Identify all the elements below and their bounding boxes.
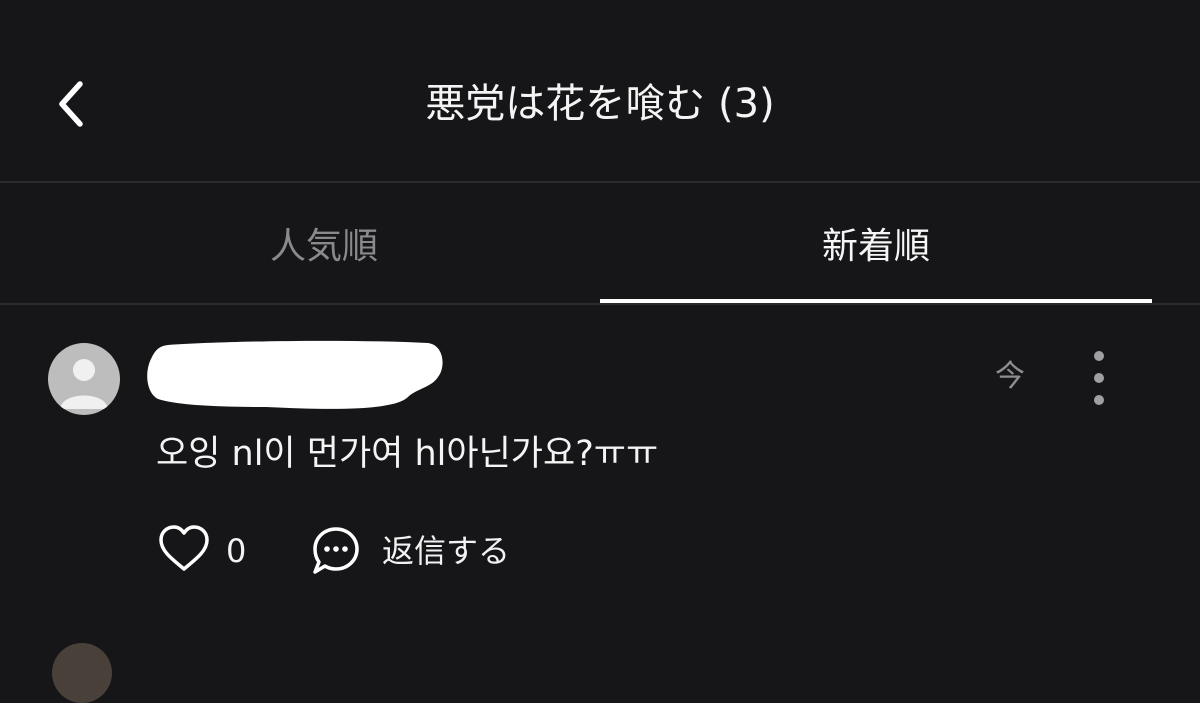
avatar-silhouette xyxy=(60,359,108,409)
default-avatar-icon[interactable] xyxy=(48,343,120,415)
sort-tabs: 人気順 新着順 xyxy=(0,183,1200,303)
next-comment-avatar[interactable] xyxy=(52,643,112,703)
tab-newest[interactable]: 新着順 xyxy=(600,183,1152,303)
tab-popular[interactable]: 人気順 xyxy=(48,183,600,303)
app-header: 悪党は花を喰む (3) xyxy=(0,0,1200,182)
username-redacted xyxy=(147,340,443,409)
chat-bubble-icon xyxy=(313,527,359,574)
more-vertical-icon xyxy=(1094,351,1104,361)
reply-button[interactable]: 返信する xyxy=(310,519,540,581)
comment-timestamp: 今 xyxy=(995,359,1025,394)
more-dot xyxy=(1094,395,1104,405)
comment-text: 오잉 nl이 먼가여 hl아닌가요?ㅠㅠ xyxy=(156,434,659,474)
reply-label: 返信する xyxy=(382,532,511,570)
comment-item: 今 오잉 nl이 먼가여 hl아닌가요?ㅠㅠ 0 返信する xyxy=(0,305,1200,605)
more-dot xyxy=(1094,373,1104,383)
like-count: 0 xyxy=(226,532,247,570)
page-title: 悪党は花を喰む (3) xyxy=(425,81,775,127)
like-button[interactable] xyxy=(156,521,212,577)
heart-icon xyxy=(159,525,209,571)
more-options-button[interactable] xyxy=(1080,345,1118,415)
